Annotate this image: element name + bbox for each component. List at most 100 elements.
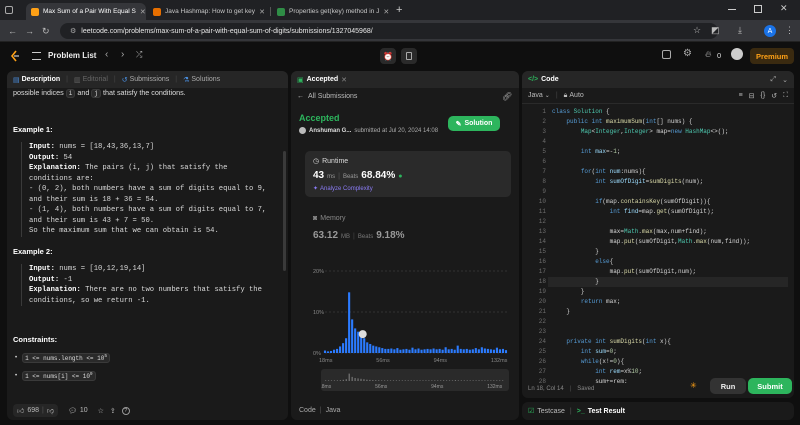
tab-search-icon[interactable] [5, 6, 13, 14]
histogram-bar [462, 349, 465, 353]
timer-button[interactable]: ⏰ [380, 48, 396, 64]
range-overview[interactable]: 18ms 56ms 94ms 132ms [321, 369, 509, 391]
y-tick-label: 0% [313, 351, 321, 357]
comments-button[interactable]: 💬︎ 10 [64, 405, 92, 417]
histogram-bar [329, 350, 333, 353]
bookmark-icon[interactable]: ⊟ [749, 92, 755, 100]
username[interactable]: Anshuman G... [309, 128, 351, 134]
format-icon[interactable]: ≡ [739, 92, 743, 99]
overview-bar [419, 380, 421, 381]
run-button[interactable]: Run [710, 378, 746, 394]
prev-problem-icon[interactable]: ‹ [105, 49, 108, 60]
code-panel: </> Code ⤢ ⌄ Java ⌄ | 🔒︎ Auto ≡ ⊟ {} ↺ ⛶ 1… [522, 71, 794, 398]
runtime-distribution-chart[interactable]: 20% 10% 0%18ms 56ms 94ms 132ms [291, 263, 519, 373]
address-bar[interactable]: ⚙ leetcode.com/problems/max-sum-of-a-pai… [60, 23, 718, 39]
reload-icon[interactable]: ↻ [42, 26, 50, 36]
settings-gear-icon[interactable]: ⚙ [683, 48, 692, 59]
history-icon: ↺ [121, 76, 128, 84]
thumbs-down-icon[interactable]: 👎︎ [47, 406, 54, 415]
debugger-icon[interactable]: ✳ [690, 381, 697, 390]
code-line: } [552, 278, 599, 285]
code-j: j [91, 89, 101, 98]
close-icon[interactable]: ✕ [259, 8, 265, 16]
link-icon[interactable]: 🔗︎ [502, 92, 512, 101]
shuffle-icon[interactable]: ⤮ [136, 50, 142, 60]
histogram-bar [450, 348, 453, 353]
line-number: 9 [542, 188, 546, 195]
minimize-icon[interactable] [728, 9, 736, 10]
fullscreen-icon[interactable]: ⛶ [783, 92, 788, 100]
flask-icon: ⚗ [183, 76, 190, 84]
help-icon[interactable]: ? [121, 406, 130, 415]
leetcode-logo-icon[interactable] [10, 50, 20, 62]
histogram-bar [408, 349, 411, 353]
overview-bar [407, 380, 409, 381]
solution-button[interactable]: ✎ Solution [448, 116, 500, 131]
tab-testcase[interactable]: ☑ Testcase [528, 407, 565, 416]
close-window-icon[interactable]: ✕ [780, 3, 788, 14]
new-tab-button[interactable]: + [396, 4, 402, 16]
reset-icon[interactable]: ↺ [771, 92, 777, 100]
code-line: for(int num:nums){ [580, 168, 646, 175]
overview-bar [333, 380, 336, 381]
star-icon[interactable]: ☆ [693, 25, 701, 35]
tab-code[interactable]: </> Code [528, 76, 559, 83]
forward-arrow-icon[interactable]: → [25, 26, 34, 36]
next-problem-icon[interactable]: › [121, 49, 124, 60]
memory-card[interactable]: ◙ Memory 63.12 MB | Beats 9.18% [305, 211, 511, 247]
analyze-complexity-link[interactable]: ✦ Analyze Complexity [313, 185, 373, 193]
code-brackets-icon: </> [528, 76, 539, 83]
autocomplete-toggle[interactable]: 🔒︎ Auto [564, 92, 584, 100]
browser-tab-2[interactable]: Java Hashmap: How to get key ✕ [148, 3, 270, 20]
description-scrollbar[interactable] [283, 151, 286, 271]
layout-icon[interactable] [662, 50, 671, 59]
overview-bar [404, 380, 406, 381]
leetcode-header: Problem List ‹ › ⤮ ⏰ ⚙ 🔥︎ 0 Premium [0, 42, 800, 70]
browser-tab-3[interactable]: Properties get(key) method in J ✕ [272, 3, 392, 20]
tab-accepted[interactable]: ▣ Accepted ✕ [297, 76, 347, 84]
maximize-icon[interactable] [754, 5, 762, 13]
profile-avatar[interactable]: A [764, 25, 776, 37]
language-select[interactable]: Java ⌄ [528, 92, 550, 99]
extensions-icon[interactable]: ◩ [711, 25, 720, 35]
close-icon[interactable]: ✕ [341, 76, 347, 84]
expand-icon[interactable]: ⤢ [771, 76, 777, 84]
submit-button[interactable]: Submit [748, 378, 792, 394]
overview-bar [478, 380, 480, 381]
site-info-icon[interactable]: ⚙ [70, 27, 76, 35]
histogram-bar [468, 349, 471, 353]
collapse-icon[interactable]: ⌄ [782, 76, 788, 84]
histogram-bar [423, 349, 426, 353]
tab-submissions[interactable]: ↺ Submissions [122, 76, 170, 84]
like-button[interactable]: 👍︎ 698 | 👎︎ [13, 404, 58, 417]
checkbox-icon: ☑ [528, 408, 535, 415]
star-icon[interactable]: ☆ [98, 407, 104, 415]
tab-solutions[interactable]: ⚗ Solutions [183, 76, 220, 84]
overview-bar [381, 380, 383, 381]
back-arrow-icon[interactable]: ← [8, 26, 17, 36]
example-2-input: Input: nums = [10,12,19,14] [29, 265, 146, 273]
overview-bar [384, 380, 386, 381]
problem-list-link[interactable]: Problem List [48, 51, 96, 60]
editor-toolbar: Java ⌄ | 🔒︎ Auto ≡ ⊟ {} ↺ ⛶ [522, 88, 794, 104]
braces-icon[interactable]: {} [761, 92, 766, 99]
chevron-down-icon: ⌄ [544, 93, 550, 99]
menu-dots-icon[interactable]: ⋮ [785, 25, 794, 35]
code-editor[interactable]: 1 class Solution {2 public int maximumSum… [522, 107, 794, 383]
close-icon[interactable]: ✕ [383, 8, 389, 16]
tab-editorial[interactable]: ▥ Editorial [74, 76, 108, 84]
all-submissions-link[interactable]: ← All Submissions [297, 93, 357, 100]
premium-button[interactable]: Premium [750, 48, 794, 64]
browser-tab-1[interactable]: Max Sum of a Pair With Equal S ✕ [26, 3, 146, 20]
tab-test-result[interactable]: >_ Test Result [577, 408, 625, 415]
runtime-card[interactable]: ◷ Runtime 43 ms | Beats 68.84% ● ✦ Analyze… [305, 151, 511, 197]
close-icon[interactable]: ✕ [140, 8, 146, 16]
tab-description[interactable]: ▤ Description [13, 76, 60, 84]
example-1-heading: Example 1: [13, 125, 53, 134]
fire-streak-icon[interactable]: 🔥︎ [705, 49, 712, 60]
share-icon[interactable]: ⇪ [110, 407, 116, 415]
downloads-icon[interactable]: ⤓ [738, 25, 742, 35]
user-avatar[interactable] [731, 48, 743, 60]
notes-button[interactable] [401, 48, 417, 64]
code-tab-bar: </> Code ⤢ ⌄ [522, 71, 794, 88]
